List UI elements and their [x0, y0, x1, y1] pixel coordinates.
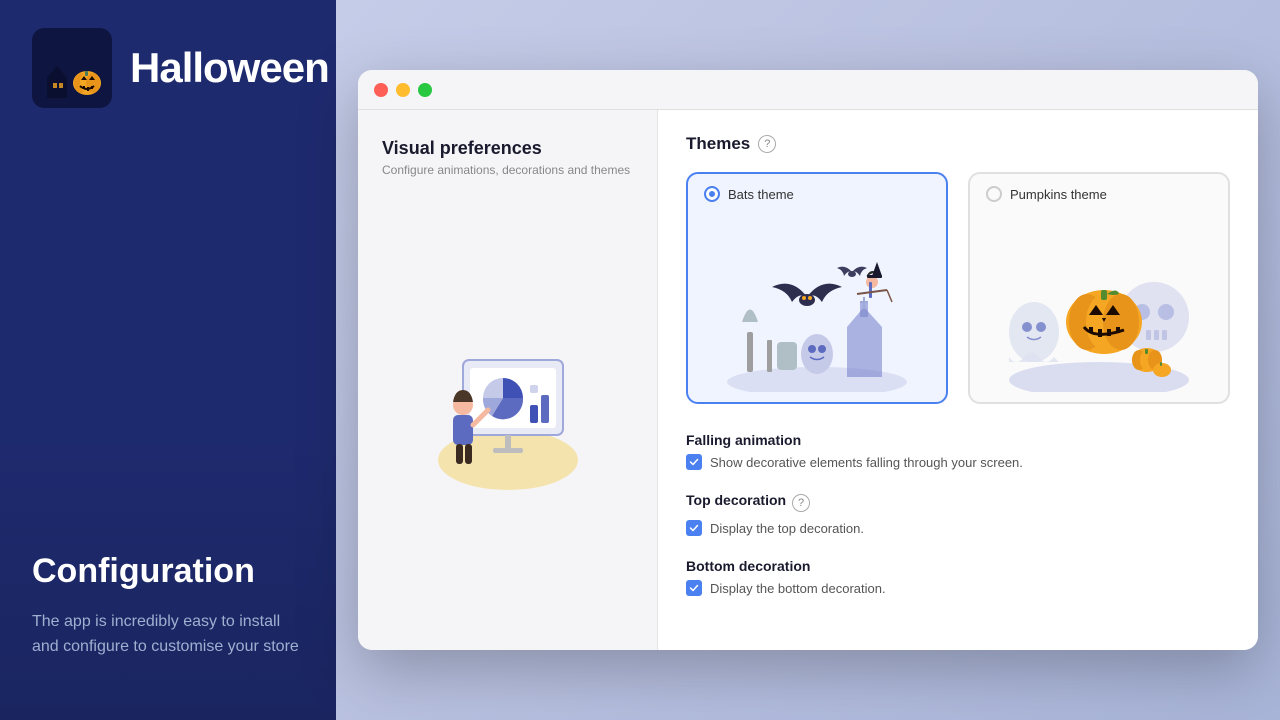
- bats-theme-name: Bats theme: [728, 187, 794, 202]
- sidebar-header: Halloween: [0, 0, 336, 136]
- themes-label: Themes: [686, 134, 750, 154]
- bottom-decoration-checkbox-row: Display the bottom decoration.: [686, 580, 1230, 596]
- themes-header: Themes ?: [686, 134, 1230, 154]
- config-desc: The app is incredibly easy to install an…: [32, 609, 304, 660]
- panel-title: Visual preferences: [382, 138, 633, 159]
- themes-grid: Bats theme: [686, 172, 1230, 404]
- bats-radio[interactable]: [704, 186, 720, 202]
- maximize-button[interactable]: [418, 83, 432, 97]
- bottom-decoration-title: Bottom decoration: [686, 558, 1230, 574]
- mac-content: Visual preferences Configure animations,…: [358, 110, 1258, 650]
- falling-animation-checkbox[interactable]: [686, 454, 702, 470]
- sidebar-title: Halloween: [130, 44, 329, 92]
- top-decoration-header: Top decoration ?: [686, 492, 1230, 514]
- falling-animation-section: Falling animation Show decorative elemen…: [686, 432, 1230, 470]
- sidebar-bottom: Configuration The app is incredibly easy…: [32, 553, 304, 660]
- top-decoration-checkbox[interactable]: [686, 520, 702, 536]
- bats-theme-header: Bats theme: [688, 174, 946, 212]
- pumpkins-theme-image: [970, 212, 1228, 402]
- bats-theme-image: [688, 212, 946, 402]
- bottom-decoration-checkbox[interactable]: [686, 580, 702, 596]
- top-decoration-title: Top decoration: [686, 492, 786, 508]
- falling-animation-checkbox-row: Show decorative elements falling through…: [686, 454, 1230, 470]
- minimize-button[interactable]: [396, 83, 410, 97]
- top-decoration-section: Top decoration ? Display the top decorat…: [686, 492, 1230, 536]
- bats-theme-card[interactable]: Bats theme: [686, 172, 948, 404]
- bottom-decoration-section: Bottom decoration Display the bottom dec…: [686, 558, 1230, 596]
- mac-window: Visual preferences Configure animations,…: [358, 70, 1258, 650]
- falling-animation-label: Show decorative elements falling through…: [710, 455, 1023, 470]
- sidebar: Halloween Configuration The app is incre…: [0, 0, 336, 720]
- right-panel: Themes ? Bats theme: [658, 110, 1258, 650]
- top-decoration-help-icon[interactable]: ?: [792, 494, 810, 512]
- config-title: Configuration: [32, 553, 304, 590]
- bottom-decoration-label: Display the bottom decoration.: [710, 581, 886, 596]
- close-button[interactable]: [374, 83, 388, 97]
- falling-animation-title: Falling animation: [686, 432, 1230, 448]
- sidebar-logo: [32, 28, 112, 108]
- pumpkins-radio[interactable]: [986, 186, 1002, 202]
- top-decoration-checkbox-row: Display the top decoration.: [686, 520, 1230, 536]
- illustration: [382, 197, 633, 622]
- pumpkins-theme-header: Pumpkins theme: [970, 174, 1228, 212]
- mac-titlebar: [358, 70, 1258, 110]
- main-area: Visual preferences Configure animations,…: [336, 0, 1280, 720]
- themes-help-icon[interactable]: ?: [758, 135, 776, 153]
- pumpkins-theme-name: Pumpkins theme: [1010, 187, 1107, 202]
- panel-subtitle: Configure animations, decorations and th…: [382, 163, 633, 177]
- pumpkins-theme-card[interactable]: Pumpkins theme: [968, 172, 1230, 404]
- left-panel: Visual preferences Configure animations,…: [358, 110, 658, 650]
- top-decoration-label: Display the top decoration.: [710, 521, 864, 536]
